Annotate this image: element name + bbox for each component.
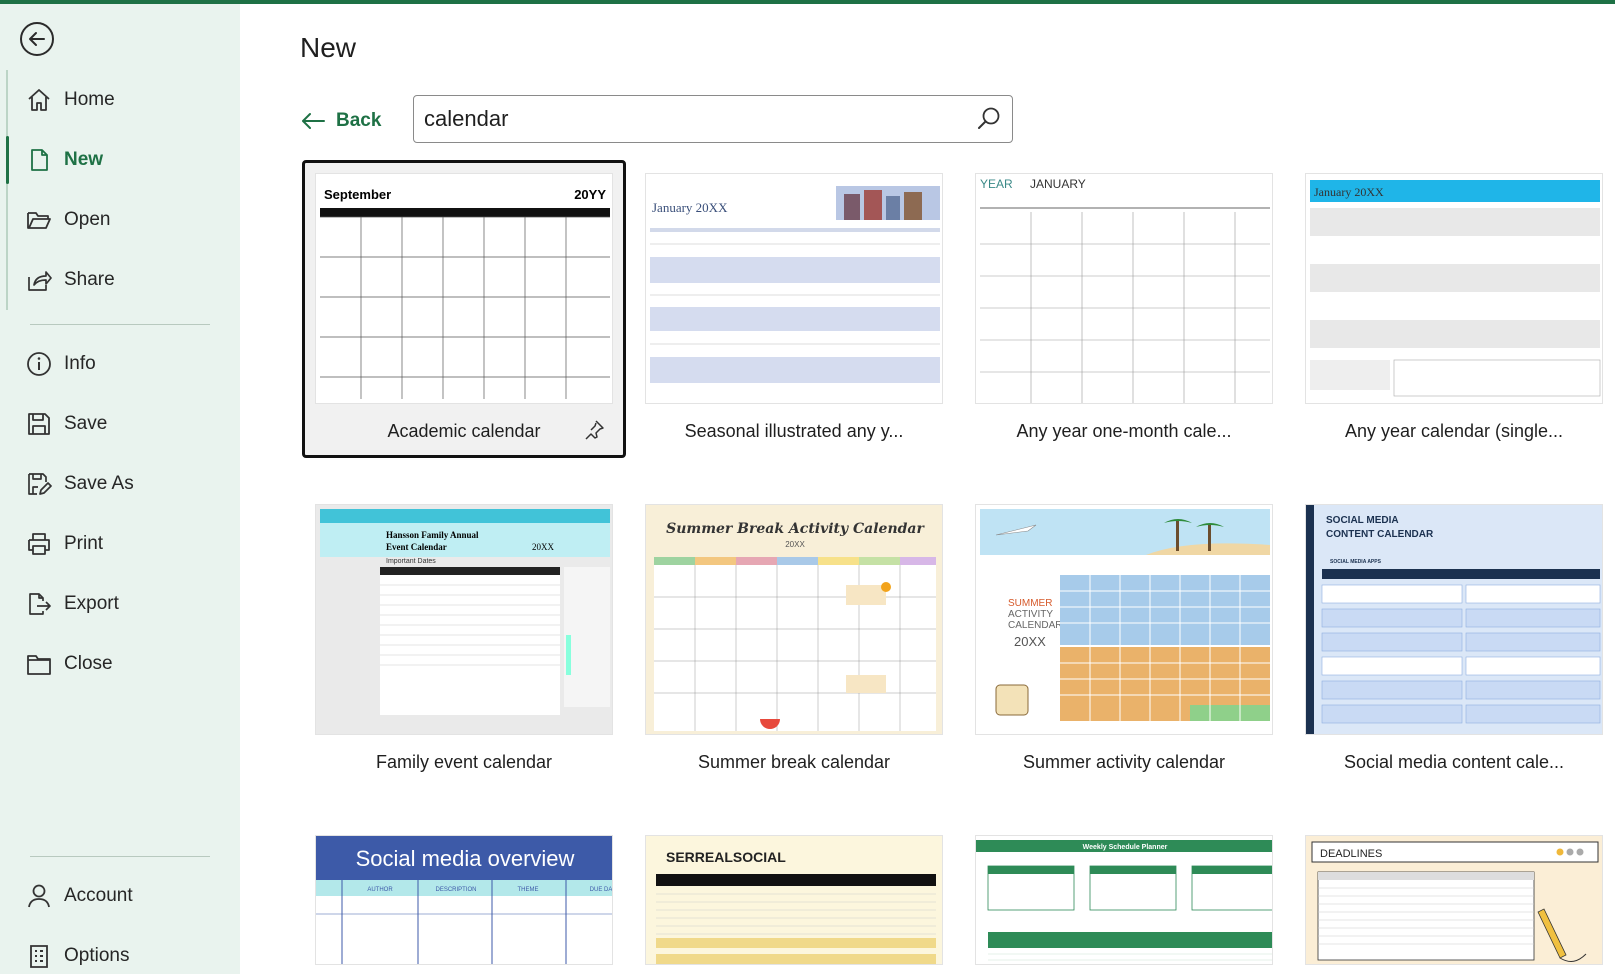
pin-icon[interactable] xyxy=(583,419,605,441)
arrow-left-icon xyxy=(29,32,45,46)
template-thumbnail: SOCIAL MEDIA CONTENT CALENDAR SOCIAL MED… xyxy=(1305,504,1603,735)
thumb-title: DEADLINES xyxy=(1320,848,1382,860)
template-search-box xyxy=(413,95,1013,143)
sidebar-item-account[interactable]: Account xyxy=(0,870,240,922)
sidebar-item-info[interactable]: Info xyxy=(0,338,240,390)
sidebar-item-home[interactable]: Home xyxy=(0,74,240,126)
sidebar-item-label: Close xyxy=(64,653,113,674)
template-name: Summer break calendar xyxy=(697,752,891,772)
template-name: Social media content cale... xyxy=(1343,752,1565,772)
thumb-title: January 20XX xyxy=(1314,185,1384,199)
thumb-line-3: CALENDAR xyxy=(1008,620,1062,631)
template-thumbnail: SUMMER ACTIVITY CALENDAR 20XX xyxy=(975,504,1273,735)
search-input[interactable] xyxy=(424,104,954,134)
thumb-sub: SOCIAL MEDIA APPS xyxy=(1330,559,1382,565)
print-icon xyxy=(28,533,50,555)
sidebar-item-options[interactable]: Options xyxy=(0,930,240,974)
template-thumbnail: January 20XX xyxy=(645,173,943,404)
thumb-year: 20XX xyxy=(785,540,805,549)
sidebar-item-label: Info xyxy=(64,353,96,374)
sidebar-item-label: New xyxy=(64,149,104,170)
account-icon xyxy=(28,884,50,908)
template-thumbnail: SERREALSOCIAL xyxy=(645,835,943,965)
sidebar-divider xyxy=(30,856,210,857)
template-thumbnail: Hansson Family Annual Event Calendar 20X… xyxy=(315,504,613,735)
thumb-year-label: YEAR xyxy=(980,177,1013,191)
thumb-col: DESCRIPTION xyxy=(435,887,476,893)
sidebar-item-label: Save xyxy=(64,413,108,434)
template-name: Any year one-month cale... xyxy=(1016,421,1232,441)
template-thumbnail: DEADLINES xyxy=(1305,835,1603,965)
thumb-line-2: CONTENT CALENDAR xyxy=(1326,529,1434,540)
sidebar-item-label: Print xyxy=(64,533,104,554)
save-icon xyxy=(28,413,50,435)
backstage-sidebar: Home New Open Share Info Save Save As Pr… xyxy=(0,4,240,974)
template-thumbnail: Summer Break Activity Calendar 20XX xyxy=(645,504,943,735)
home-icon xyxy=(28,89,50,111)
back-link-label: Back xyxy=(336,110,382,131)
sidebar-item-new[interactable]: New xyxy=(0,134,240,186)
template-thumbnail: September 20YY xyxy=(315,173,613,404)
search-icon[interactable] xyxy=(976,106,1002,132)
folder-open-icon xyxy=(27,212,51,229)
thumb-title: January 20XX xyxy=(652,200,728,215)
sidebar-item-save-as[interactable]: Save As xyxy=(0,458,240,510)
arrow-left-icon xyxy=(302,113,325,129)
page-title: New xyxy=(300,32,357,63)
back-to-document-button[interactable] xyxy=(20,22,54,56)
new-document-icon xyxy=(31,149,48,171)
thumb-title: Weekly Schedule Planner xyxy=(1083,844,1168,851)
template-name: Family event calendar xyxy=(375,752,553,772)
thumb-line-2: ACTIVITY xyxy=(1008,609,1053,620)
template-thumbnail: Weekly Schedule Planner xyxy=(975,835,1273,965)
sidebar-item-label: Share xyxy=(64,269,115,290)
thumb-line-1: SUMMER xyxy=(1008,598,1052,609)
template-thumbnail: Social media overview AUTHOR DESCRIPTION… xyxy=(315,835,613,965)
thumb-year: 20XX xyxy=(532,542,554,552)
thumb-month-label: JANUARY xyxy=(1030,177,1086,191)
thumb-col: DUE DA xyxy=(590,887,613,893)
template-name: Academic calendar xyxy=(387,421,541,441)
sidebar-item-close[interactable]: Close xyxy=(0,638,240,690)
template-name: Seasonal illustrated any y... xyxy=(684,421,904,441)
template-thumbnail: January 20XX xyxy=(1305,173,1603,404)
sidebar-item-label: Options xyxy=(64,945,130,966)
sidebar-item-share[interactable]: Share xyxy=(0,254,240,306)
thumb-col: AUTHOR xyxy=(367,887,393,893)
template-name: Summer activity calendar xyxy=(1022,752,1226,772)
options-icon xyxy=(30,945,48,968)
back-link[interactable]: Back xyxy=(300,104,381,138)
template-thumbnail: YEAR JANUARY xyxy=(975,173,1273,404)
thumb-title: Summer Break Activity Calendar xyxy=(666,521,925,537)
thumb-col: THEME xyxy=(518,887,539,893)
sidebar-item-label: Home xyxy=(64,89,115,110)
thumb-title-2: Event Calendar xyxy=(386,542,447,552)
share-icon xyxy=(28,271,52,291)
title-bar-accent xyxy=(0,0,1615,4)
sidebar-item-save[interactable]: Save xyxy=(0,398,240,450)
template-name: Any year calendar (single... xyxy=(1344,421,1564,441)
thumb-sub: Important Dates xyxy=(386,558,436,565)
sidebar-item-label: Open xyxy=(64,209,111,230)
sidebar-item-label: Account xyxy=(64,885,133,906)
save-as-icon xyxy=(28,473,52,495)
thumb-year: 20XX xyxy=(1014,634,1046,649)
thumb-line-1: SOCIAL MEDIA xyxy=(1326,515,1399,526)
sidebar-item-label: Save As xyxy=(64,473,134,494)
sidebar-item-export[interactable]: Export xyxy=(0,578,240,630)
thumb-title: SERREALSOCIAL xyxy=(666,849,786,865)
sidebar-item-print[interactable]: Print xyxy=(0,518,240,570)
info-icon xyxy=(27,352,51,376)
close-folder-icon xyxy=(27,655,51,675)
export-icon xyxy=(29,593,51,615)
sidebar-item-label: Export xyxy=(64,593,119,614)
thumb-title-1: Hansson Family Annual xyxy=(386,530,479,540)
sidebar-divider xyxy=(30,324,210,325)
thumb-month: September xyxy=(324,187,391,202)
thumb-year: 20YY xyxy=(574,187,606,202)
sidebar-item-open[interactable]: Open xyxy=(0,194,240,246)
thumb-title: Social media overview xyxy=(356,846,575,871)
